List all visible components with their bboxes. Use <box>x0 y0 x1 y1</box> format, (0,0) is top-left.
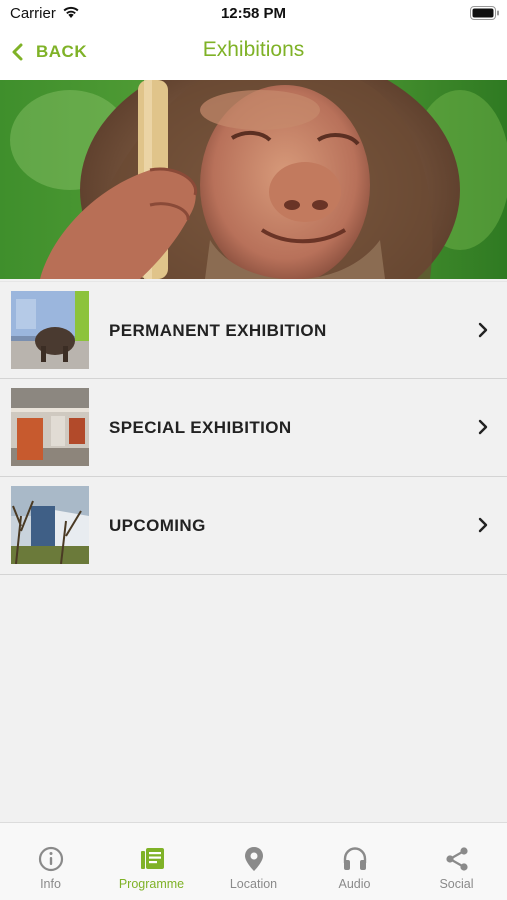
location-pin-icon <box>244 847 263 871</box>
tab-label-audio: Audio <box>338 877 371 891</box>
page-title: Exhibitions <box>202 38 305 61</box>
tab-label-location: Location <box>229 877 278 891</box>
share-icon <box>445 847 468 871</box>
tab-label-programme: Programme <box>118 877 185 891</box>
tab-location[interactable]: Location <box>203 823 304 900</box>
chevron-right-icon <box>478 517 488 533</box>
chevron-right-icon <box>478 322 488 338</box>
tab-label-social: Social <box>439 877 474 891</box>
tab-audio[interactable]: Audio <box>304 823 405 900</box>
tab-social[interactable]: Social <box>406 823 507 900</box>
permanent-exhibition-thumbnail <box>11 291 89 369</box>
battery-icon <box>470 6 499 20</box>
list-item-permanent-exhibition[interactable]: PERMANENT EXHIBITION <box>0 281 507 379</box>
chevron-right-icon <box>478 419 488 435</box>
exhibition-list: PERMANENT EXHIBITION SPECIAL EXHIBITION <box>0 281 507 575</box>
navigation-bar: BACK Exhibitions <box>0 28 507 80</box>
list-item-label: SPECIAL EXHIBITION <box>109 418 292 437</box>
status-time: 12:58 PM <box>220 5 287 22</box>
hero-image <box>0 80 507 279</box>
list-item-upcoming[interactable]: UPCOMING <box>0 477 507 575</box>
upcoming-thumbnail <box>11 486 89 564</box>
list-item-label: PERMANENT EXHIBITION <box>109 321 327 340</box>
headphones-icon <box>343 847 366 870</box>
list-item-special-exhibition[interactable]: SPECIAL EXHIBITION <box>0 379 507 477</box>
info-icon <box>38 846 63 872</box>
list-item-label: UPCOMING <box>109 516 206 535</box>
programme-icon <box>140 848 164 869</box>
special-exhibition-thumbnail <box>11 388 89 466</box>
tab-programme[interactable]: Programme <box>101 823 202 900</box>
status-bar: Carrier 12:58 PM <box>0 0 507 28</box>
tab-label-info: Info <box>40 877 61 891</box>
tab-bar: Info Programme Location Audio Social <box>0 822 507 900</box>
tab-info[interactable]: Info <box>0 823 101 900</box>
